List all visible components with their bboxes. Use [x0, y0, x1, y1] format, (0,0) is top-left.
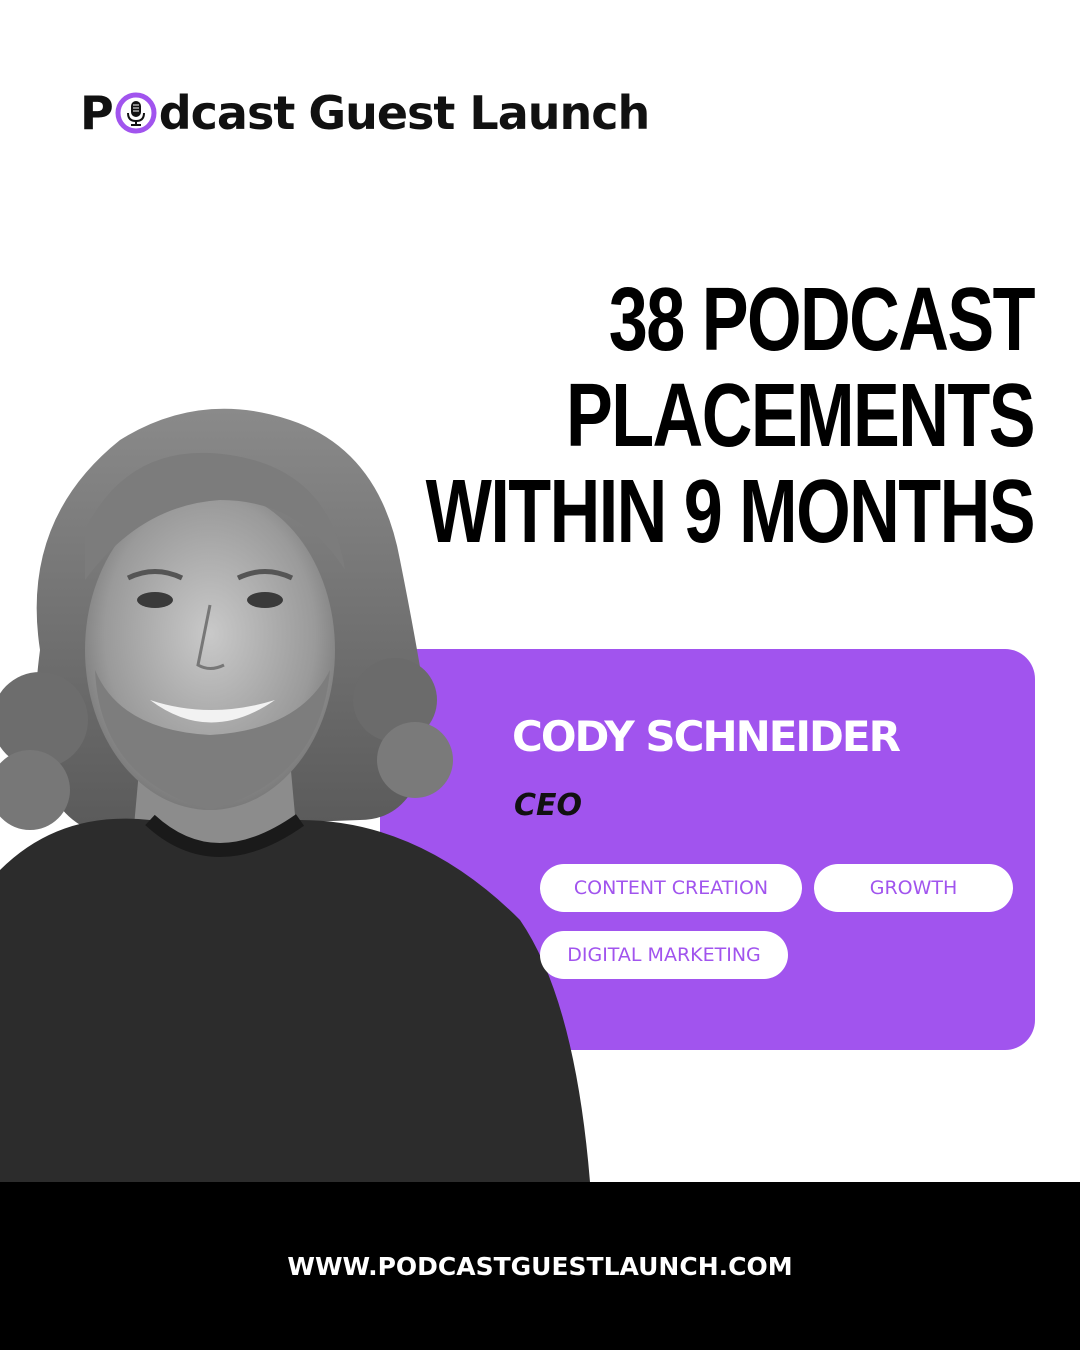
- brand-logo: P dcast Guest Launch: [80, 86, 650, 140]
- tag-content-creation: CONTENT CREATION: [540, 864, 802, 912]
- tag-digital-marketing: DIGITAL MARKETING: [540, 931, 788, 979]
- logo-word-guest-launch: Guest Launch: [308, 86, 650, 140]
- headline-line-1: 38 PODCAST: [608, 270, 1036, 370]
- guest-name: CODY SCHNEIDER: [512, 712, 901, 761]
- tag-growth: GROWTH: [814, 864, 1013, 912]
- guest-role: CEO: [514, 788, 583, 823]
- microphone-icon: [115, 92, 157, 134]
- footer-url[interactable]: WWW.PODCASTGUESTLAUNCH.COM: [287, 1252, 792, 1281]
- guest-portrait: [0, 408, 590, 1182]
- footer-bar: WWW.PODCASTGUESTLAUNCH.COM: [0, 1182, 1080, 1350]
- logo-word-dcast: dcast: [158, 86, 296, 140]
- logo-letter-p: P: [80, 86, 114, 140]
